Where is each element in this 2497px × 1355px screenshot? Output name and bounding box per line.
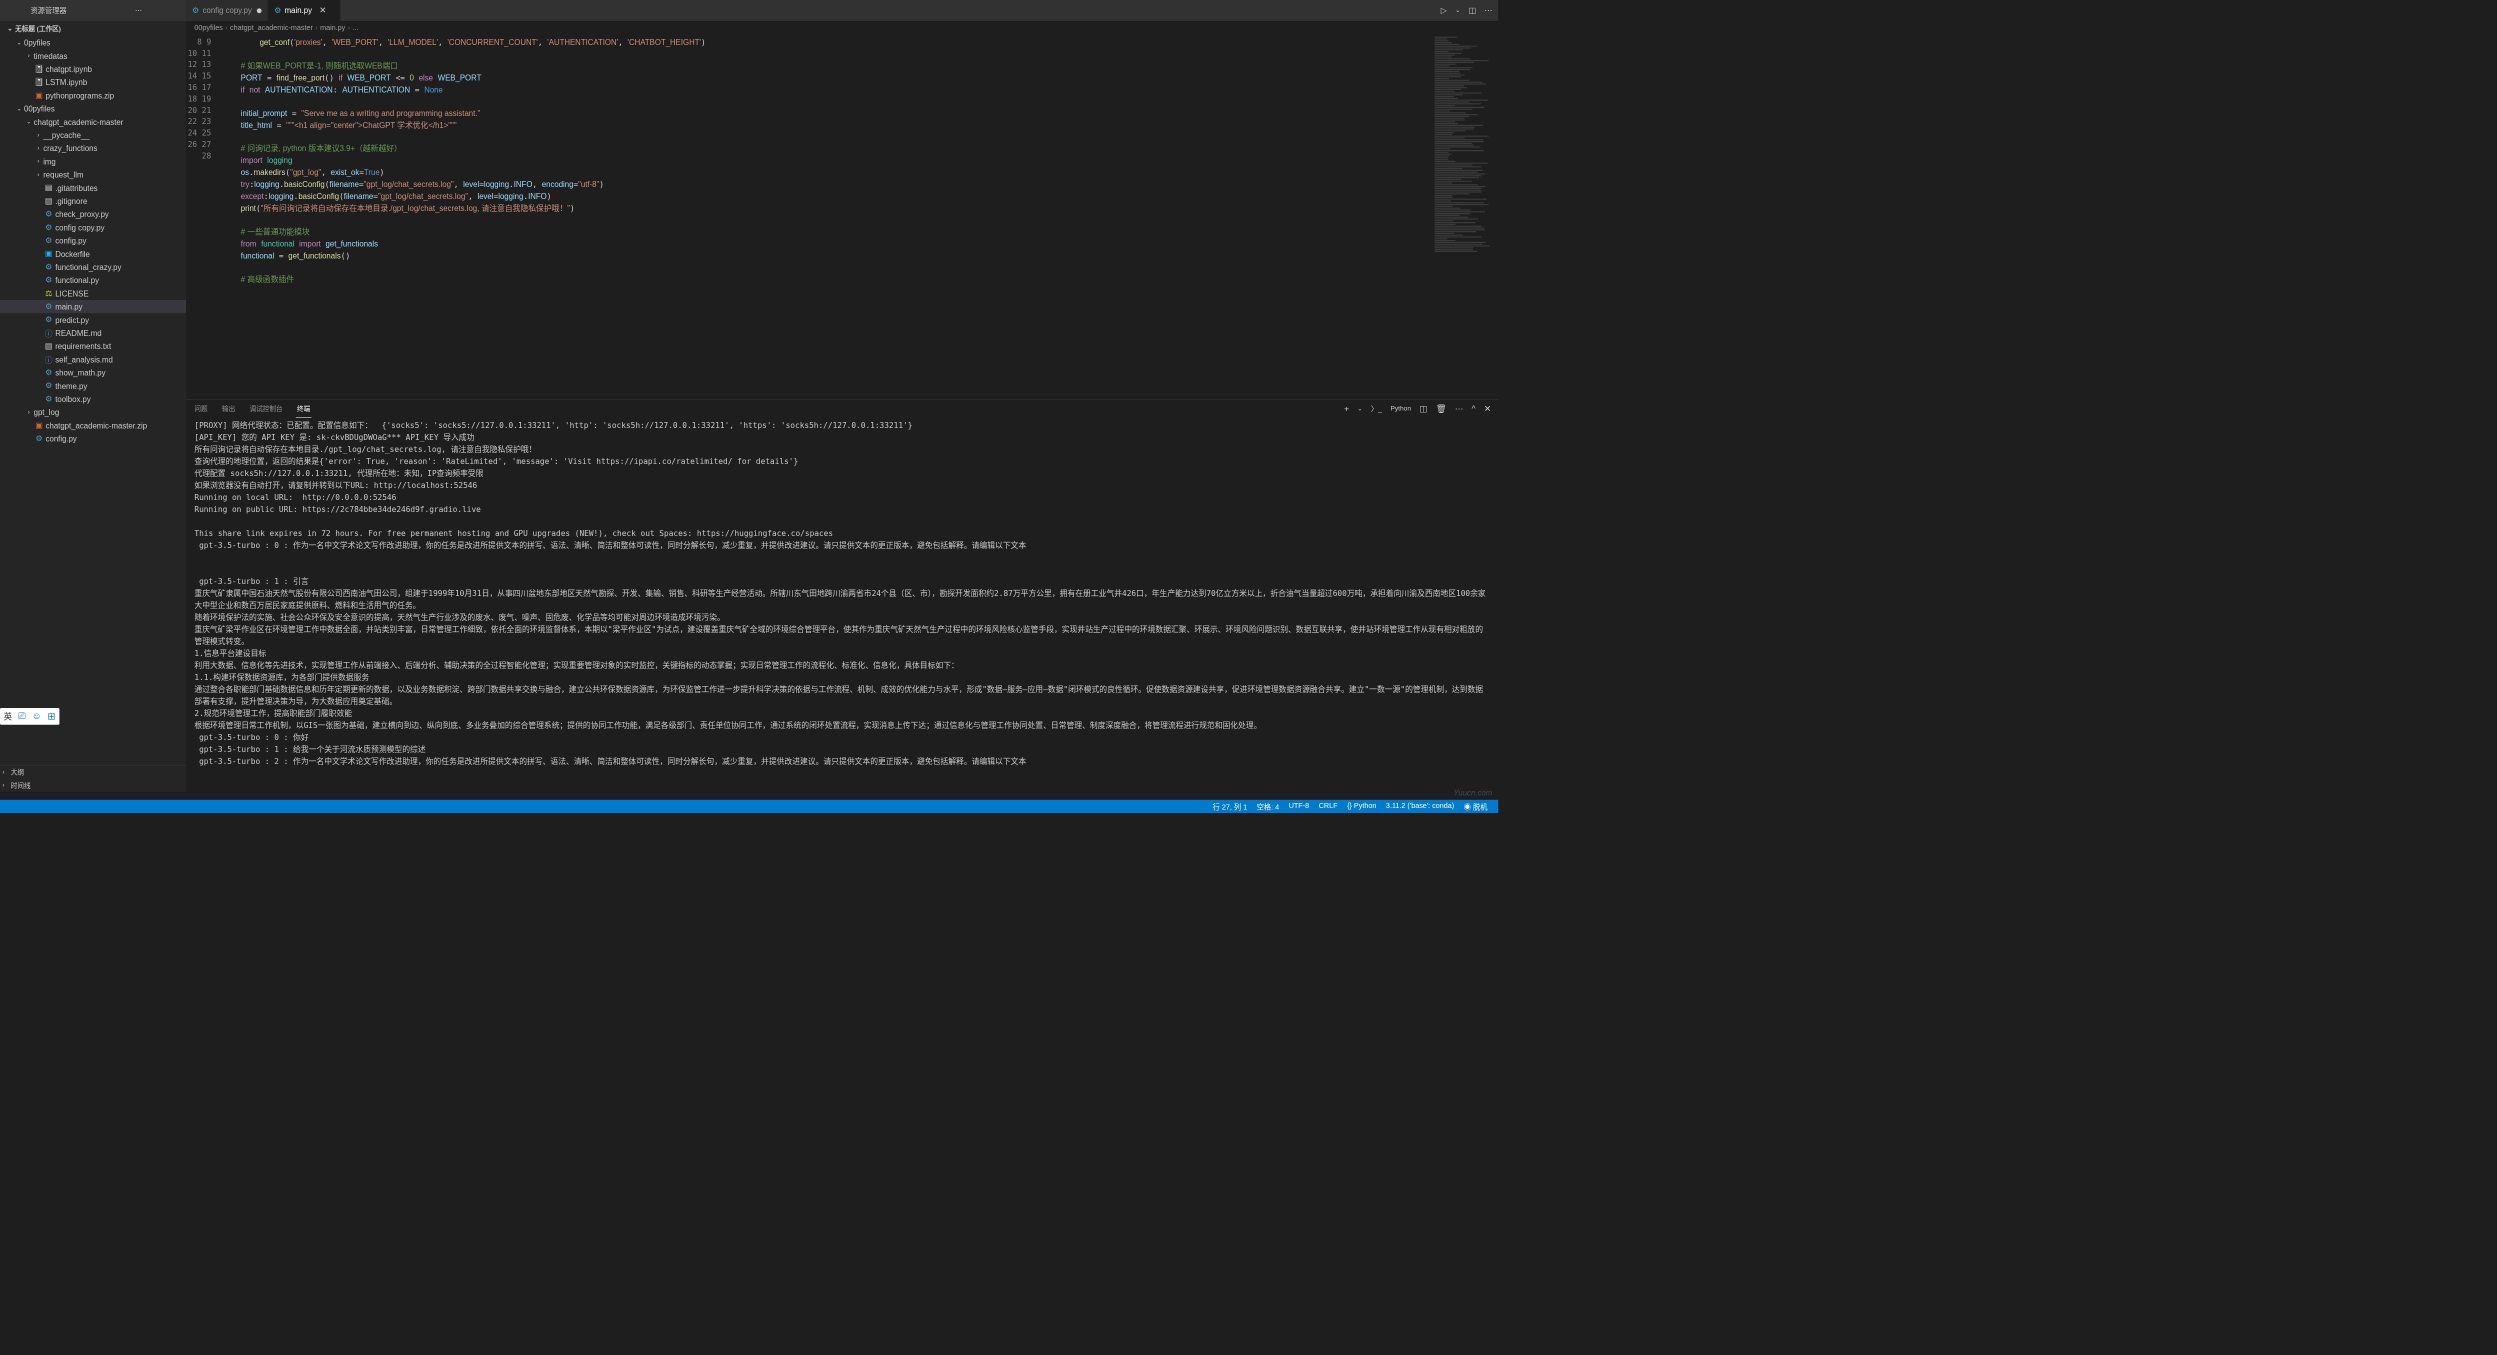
file-show_math-py[interactable]: ⚙show_math.py xyxy=(0,366,186,379)
folder-0pyfiles[interactable]: ⌄0pyfiles xyxy=(0,36,186,49)
terminal-output[interactable]: [PROXY] 网络代理状态：已配置。配置信息如下： {'socks5': 's… xyxy=(186,418,1498,792)
chevron-right-icon: › xyxy=(34,158,44,165)
folder-request_llm[interactable]: ›request_llm xyxy=(0,168,186,181)
outline-section[interactable]: ›大纲 xyxy=(0,766,186,779)
tab-config-copy-py[interactable]: ⚙config copy.py xyxy=(186,0,268,21)
file-predict-py[interactable]: ⚙predict.py xyxy=(0,313,186,326)
panel-tab-0[interactable]: 问题 xyxy=(193,400,209,418)
file-LSTM-ipynb[interactable]: 📓LSTM.ipynb xyxy=(0,76,186,89)
folder-chatgpt_academic-master[interactable]: ⌄chatgpt_academic-master xyxy=(0,115,186,128)
ime-icon-1[interactable]: ⎚ xyxy=(18,711,26,722)
title-bar: 资源管理器 ⋯ ⚙config copy.py⚙main.py✕ ▷ ⌄ ◫ ⋯ xyxy=(0,0,1498,21)
file-config-copy-py[interactable]: ⚙config copy.py xyxy=(0,221,186,234)
breadcrumb-segment[interactable]: chatgpt_academic-master xyxy=(230,23,313,31)
maximize-panel-icon[interactable]: ^ xyxy=(1472,404,1476,414)
new-terminal-icon[interactable]: + xyxy=(1344,404,1349,414)
python-file-icon: ⚙ xyxy=(274,6,281,16)
folder-crazy_functions[interactable]: ›crazy_functions xyxy=(0,142,186,155)
file-toolbox-py[interactable]: ⚙toolbox.py xyxy=(0,392,186,405)
dirty-indicator xyxy=(257,8,262,13)
split-editor-icon[interactable]: ◫ xyxy=(1469,6,1476,16)
file-LICENSE[interactable]: ⚖LICENSE xyxy=(0,287,186,300)
chevron-right-icon: › xyxy=(24,409,34,416)
chevron-right-icon: › xyxy=(34,145,44,152)
file--gitignore[interactable]: ▤.gitignore xyxy=(0,194,186,207)
split-terminal-icon[interactable]: ◫ xyxy=(1419,404,1427,414)
watermark: Yuucn.com xyxy=(1453,788,1492,797)
statusbar-item[interactable]: 3.11.2 ('base': conda) xyxy=(1381,801,1459,811)
chevron-right-icon: › xyxy=(24,53,34,60)
file-functional-py[interactable]: ⚙functional.py xyxy=(0,274,186,287)
tab-main-py[interactable]: ⚙main.py✕ xyxy=(268,0,340,21)
file-Dockerfile[interactable]: ▣Dockerfile xyxy=(0,247,186,260)
ime-toolbar[interactable]: 英 ⎚ ☺ ⊞ xyxy=(0,708,59,725)
chevron-down-icon: ⌄ xyxy=(14,39,24,46)
editor-tabs: ⚙config copy.py⚙main.py✕ xyxy=(186,0,340,21)
close-tab-icon[interactable]: ✕ xyxy=(319,5,326,15)
kill-terminal-icon[interactable]: 🗑 xyxy=(1436,404,1447,414)
file-check_proxy-py[interactable]: ⚙check_proxy.py xyxy=(0,208,186,221)
status-bar: 行 27, 列 1空格: 4UTF-8CRLF{} Python3.11.2 (… xyxy=(0,800,1498,813)
file-chatgpt-ipynb[interactable]: 📓chatgpt.ipynb xyxy=(0,62,186,75)
statusbar-item[interactable]: CRLF xyxy=(1314,801,1342,811)
file-pythonprograms-zip[interactable]: ▣pythonprograms.zip xyxy=(0,89,186,102)
folder-gpt_log[interactable]: ›gpt_log xyxy=(0,406,186,419)
python-file-icon: ⚙ xyxy=(192,6,199,16)
chevron-down-icon: ⌄ xyxy=(24,119,34,126)
code-editor[interactable]: get_conf('proxies', 'WEB_PORT', 'LLM_MOD… xyxy=(222,34,1432,399)
more-actions-icon[interactable]: ⋯ xyxy=(1484,6,1492,16)
panel-tab-1[interactable]: 输出 xyxy=(221,400,237,418)
panel-tabs: 问题输出调试控制台终端 + ⌄ 〉_ Python ◫ 🗑 ⋯ ^ ✕ xyxy=(186,400,1498,418)
line-numbers: 8 9 10 11 12 13 14 15 16 17 18 19 20 21 … xyxy=(186,34,222,399)
file-self_analysis-md[interactable]: ⓘself_analysis.md xyxy=(0,353,186,366)
folder-img[interactable]: ›img xyxy=(0,155,186,168)
panel-tab-3[interactable]: 终端 xyxy=(296,400,312,418)
panel-more-icon[interactable]: ⋯ xyxy=(1455,404,1463,414)
chevron-down-icon: ⌄ xyxy=(14,105,24,112)
ime-icon-2[interactable]: ☺ xyxy=(32,711,42,722)
folder-__pycache__[interactable]: ›__pycache__ xyxy=(0,128,186,141)
chevron-right-icon: › xyxy=(34,171,44,178)
panel-tab-2[interactable]: 调试控制台 xyxy=(248,400,283,418)
terminal-label: Python xyxy=(1390,405,1411,412)
workspace-header[interactable]: ⌄无标题 (工作区) xyxy=(0,21,186,36)
ime-lang[interactable]: 英 xyxy=(4,710,12,722)
chevron-right-icon: › xyxy=(34,132,44,139)
minimap[interactable] xyxy=(1432,34,1498,399)
file-functional_crazy-py[interactable]: ⚙functional_crazy.py xyxy=(0,260,186,273)
statusbar-item[interactable]: ◉ 脱机 xyxy=(1459,801,1492,811)
file-theme-py[interactable]: ⚙theme.py xyxy=(0,379,186,392)
file-README-md[interactable]: ⓘREADME.md xyxy=(0,326,186,339)
statusbar-item[interactable]: 空格: 4 xyxy=(1252,801,1284,811)
close-panel-icon[interactable]: ✕ xyxy=(1484,404,1491,414)
explorer-more-icon[interactable]: ⋯ xyxy=(91,6,186,14)
file-requirements-txt[interactable]: ▤requirements.txt xyxy=(0,340,186,353)
run-dropdown-icon[interactable]: ⌄ xyxy=(1455,7,1460,14)
file-main-py[interactable]: ⚙main.py xyxy=(0,300,186,313)
breadcrumb-segment[interactable]: main.py xyxy=(320,23,345,31)
breadcrumb[interactable]: 00pyfiles›chatgpt_academic-master›main.p… xyxy=(186,21,1498,34)
terminal-type-icon[interactable]: 〉_ xyxy=(1371,404,1382,414)
statusbar-item[interactable]: 行 27, 列 1 xyxy=(1208,801,1252,811)
file-tree: ⌄0pyfiles›timedatas📓chatgpt.ipynb📓LSTM.i… xyxy=(0,36,186,765)
explorer-title: 资源管理器 xyxy=(6,5,91,15)
statusbar-item[interactable]: UTF-8 xyxy=(1284,801,1314,811)
sidebar: ⌄无标题 (工作区) ⌄0pyfiles›timedatas📓chatgpt.i… xyxy=(0,21,186,792)
breadcrumb-segment[interactable]: ... xyxy=(352,23,358,31)
file--gitattributes[interactable]: ▤.gitattributes xyxy=(0,181,186,194)
file-chatgpt_academic-master-zip[interactable]: ▣chatgpt_academic-master.zip xyxy=(0,419,186,432)
statusbar-item[interactable]: {} Python xyxy=(1342,801,1381,811)
timeline-section[interactable]: ›时间线 xyxy=(0,779,186,792)
terminal-dropdown-icon[interactable]: ⌄ xyxy=(1357,405,1362,412)
bottom-panel: 问题输出调试控制台终端 + ⌄ 〉_ Python ◫ 🗑 ⋯ ^ ✕ [PRO… xyxy=(186,399,1498,792)
file-config-py[interactable]: ⚙config.py xyxy=(0,432,186,445)
run-icon[interactable]: ▷ xyxy=(1441,6,1447,16)
folder-00pyfiles[interactable]: ⌄00pyfiles xyxy=(0,102,186,115)
ime-icon-3[interactable]: ⊞ xyxy=(47,710,55,722)
breadcrumb-segment[interactable]: 00pyfiles xyxy=(194,23,222,31)
folder-timedatas[interactable]: ›timedatas xyxy=(0,49,186,62)
file-config-py[interactable]: ⚙config.py xyxy=(0,234,186,247)
